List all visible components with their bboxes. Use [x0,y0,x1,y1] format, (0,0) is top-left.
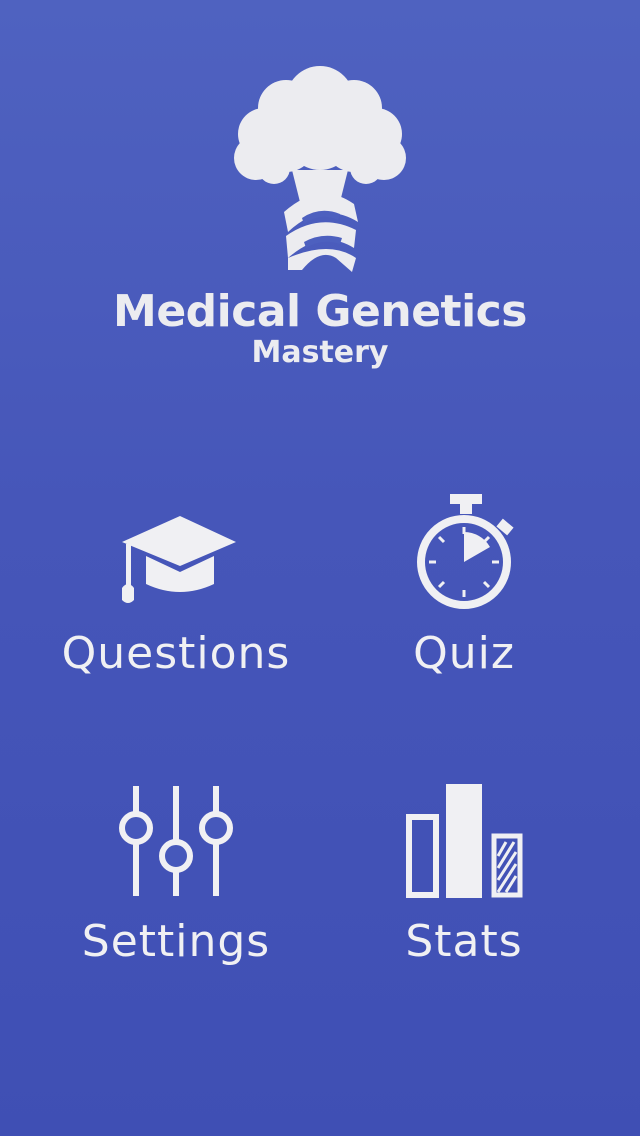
app-title: Medical Genetics [113,286,527,337]
bar-chart-icon [406,784,523,898]
questions-button[interactable]: Questions [26,480,326,700]
settings-label: Settings [81,916,271,967]
tree-dna-helix-icon [234,66,406,272]
graduation-cap-icon [122,516,236,603]
quiz-label: Quiz [413,628,515,679]
app-subtitle: Mastery [251,335,389,370]
settings-button[interactable]: Settings [26,770,326,990]
quiz-button[interactable]: Quiz [314,480,614,700]
stats-button[interactable]: Stats [314,770,614,990]
stats-label: Stats [405,916,523,967]
questions-label: Questions [61,628,291,679]
sliders-icon [119,786,233,896]
stopwatch-icon [417,494,514,609]
